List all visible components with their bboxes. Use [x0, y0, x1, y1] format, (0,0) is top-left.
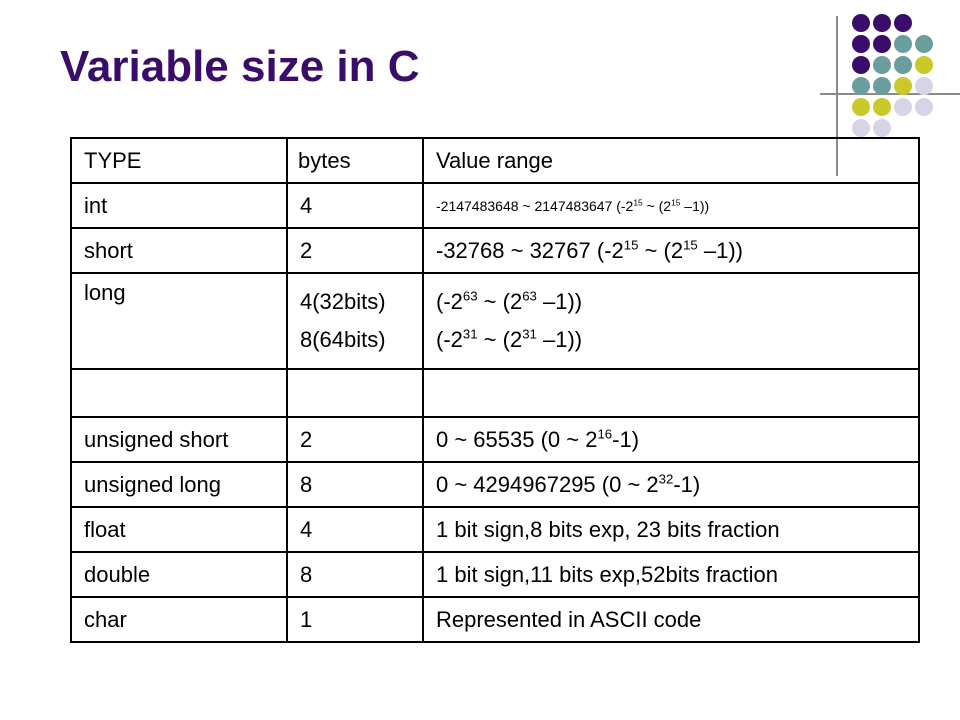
cell-bytes: 2	[286, 416, 424, 463]
cell-bytes: 2	[286, 227, 424, 274]
decor-dot	[894, 14, 912, 32]
table-row: long 4(32bits) 8(64bits) (-263 ~ (263 –1…	[70, 272, 920, 370]
decor-dot	[873, 14, 891, 32]
cell-bytes-line: 4(32bits)	[300, 289, 386, 314]
cell-type: char	[70, 596, 288, 643]
cell-range: 0 ~ 4294967295 (0 ~ 232-1)	[422, 461, 920, 508]
cell-type: long	[70, 272, 288, 370]
cell-type: int	[70, 182, 288, 229]
decor-dot	[894, 56, 912, 74]
cell-range-line: (-263 ~ (263 –1))	[436, 288, 583, 314]
cell-type: unsigned long	[70, 461, 288, 508]
table-row: unsigned long 8 0 ~ 4294967295 (0 ~ 232-…	[70, 461, 920, 508]
cell-range: 0 ~ 65535 (0 ~ 216-1)	[422, 416, 920, 463]
decor-dot	[852, 56, 870, 74]
decor-dot	[852, 14, 870, 32]
decor-dot	[894, 77, 912, 95]
table-row: unsigned short 2 0 ~ 65535 (0 ~ 216-1)	[70, 416, 920, 463]
cell-range: 1 bit sign,8 bits exp, 23 bits fraction	[422, 506, 920, 553]
cell-bytes: 4(32bits) 8(64bits)	[286, 272, 424, 370]
header-bytes: bytes	[286, 137, 424, 184]
cell-range: -32768 ~ 32767 (-215 ~ (215 –1))	[422, 227, 920, 274]
cell-range: 1 bit sign,11 bits exp,52bits fraction	[422, 551, 920, 598]
table-row: char 1 Represented in ASCII code	[70, 596, 920, 643]
cell-empty	[422, 368, 920, 418]
decor-dot	[873, 56, 891, 74]
table-row: int 4 -2147483648 ~ 2147483647 (-215 ~ (…	[70, 182, 920, 229]
table-row: float 4 1 bit sign,8 bits exp, 23 bits f…	[70, 506, 920, 553]
cell-type: short	[70, 227, 288, 274]
decor-dot	[873, 35, 891, 53]
cell-empty	[70, 368, 288, 418]
header-type: TYPE	[70, 137, 288, 184]
decor-dot	[873, 119, 891, 137]
decor-dot	[915, 56, 933, 74]
variable-size-table: TYPE bytes Value range int 4 -2147483648…	[70, 137, 920, 643]
cell-bytes-line: 8(64bits)	[300, 327, 386, 352]
decor-dot	[894, 35, 912, 53]
cell-range-line: (-231 ~ (231 –1))	[436, 326, 583, 352]
decor-dot	[852, 35, 870, 53]
decor-dot	[915, 35, 933, 53]
cell-type: float	[70, 506, 288, 553]
table-row: short 2 -32768 ~ 32767 (-215 ~ (215 –1))	[70, 227, 920, 274]
cell-range: Represented in ASCII code	[422, 596, 920, 643]
decor-dot	[852, 77, 870, 95]
cell-type: unsigned short	[70, 416, 288, 463]
table-row-empty	[70, 368, 920, 418]
decor-dot	[894, 98, 912, 116]
decor-dot	[873, 77, 891, 95]
decor-dot	[915, 98, 933, 116]
slide-title: Variable size in C	[60, 42, 420, 91]
cell-bytes: 4	[286, 506, 424, 553]
table-row: double 8 1 bit sign,11 bits exp,52bits f…	[70, 551, 920, 598]
cell-bytes: 4	[286, 182, 424, 229]
cell-bytes: 1	[286, 596, 424, 643]
decor-horizontal-line	[820, 93, 960, 95]
cell-bytes: 8	[286, 551, 424, 598]
decor-dot	[915, 77, 933, 95]
table-header-row: TYPE bytes Value range	[70, 137, 920, 184]
decor-dot	[852, 98, 870, 116]
decor-dot	[873, 98, 891, 116]
cell-range: (-263 ~ (263 –1)) (-231 ~ (231 –1))	[422, 272, 920, 370]
header-value-range: Value range	[422, 137, 920, 184]
cell-range: -2147483648 ~ 2147483647 (-215 ~ (215 –1…	[422, 182, 920, 229]
cell-bytes: 8	[286, 461, 424, 508]
decor-dot	[852, 119, 870, 137]
cell-type: double	[70, 551, 288, 598]
cell-empty	[286, 368, 424, 418]
